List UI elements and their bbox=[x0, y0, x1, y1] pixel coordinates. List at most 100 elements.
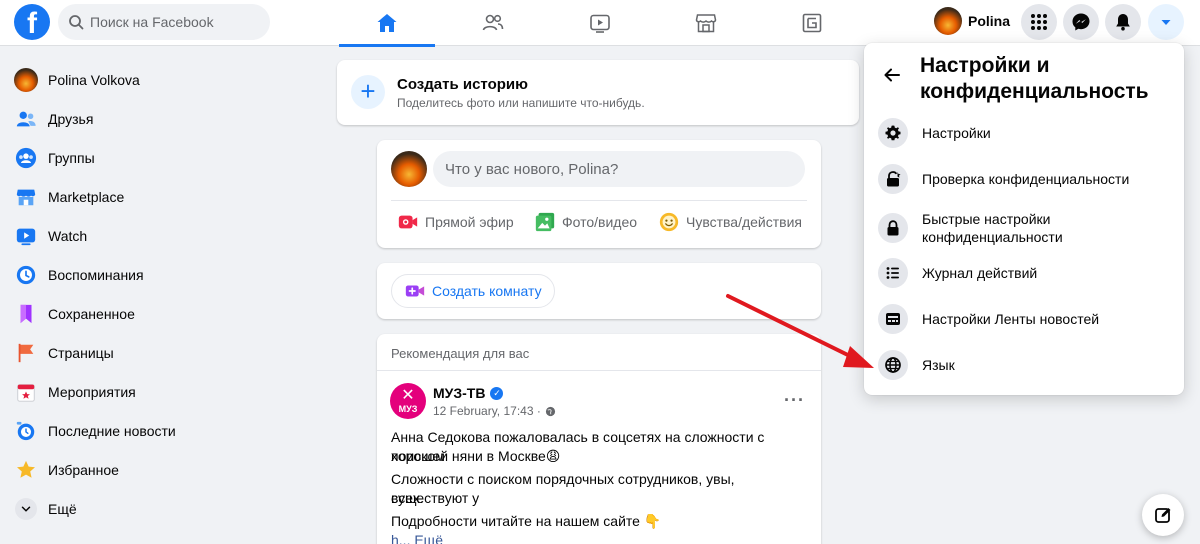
avatar[interactable] bbox=[391, 151, 427, 187]
recommended-post-card: Рекомендация для вас ✕ МУЗ МУЗ-ТВ ✓ 12 F… bbox=[377, 334, 821, 544]
more-options-button[interactable]: ··· bbox=[784, 390, 805, 411]
menu-item-privacy-shortcuts[interactable]: Быстрые настройки конфиденциальности bbox=[872, 208, 1176, 248]
left-sidebar: Polina Volkova Друзья Группы Marketplace… bbox=[0, 60, 320, 528]
avatar bbox=[934, 7, 962, 35]
composer-input[interactable] bbox=[433, 151, 805, 187]
sidebar-item-saved[interactable]: Сохраненное bbox=[0, 294, 320, 333]
menu-item-label: Журнал действий bbox=[922, 265, 1038, 281]
divider bbox=[391, 200, 807, 201]
nav-tab-friends[interactable] bbox=[445, 0, 541, 46]
create-room-card: Создать комнату bbox=[377, 263, 821, 319]
page-avatar[interactable]: ✕ МУЗ bbox=[390, 383, 426, 419]
create-room-button[interactable]: Создать комнату bbox=[391, 274, 555, 308]
post-text-line: всех. bbox=[391, 490, 424, 506]
menu-item-activity-log[interactable]: Журнал действий bbox=[872, 256, 1176, 290]
lock-icon bbox=[887, 220, 899, 236]
feeling-activity-label: Чувства/действия bbox=[686, 214, 803, 230]
live-video-icon bbox=[398, 215, 418, 229]
facebook-logo[interactable]: f bbox=[14, 4, 50, 40]
memories-icon bbox=[16, 265, 36, 284]
sidebar-item-marketplace[interactable]: Marketplace bbox=[0, 177, 320, 216]
menu-item-label: Быстрые настройки конфиденциальности bbox=[922, 211, 1063, 245]
compose-icon bbox=[1155, 508, 1171, 523]
sidebar-item-favorites[interactable]: Избранное bbox=[0, 450, 320, 489]
nav-tab-gaming[interactable] bbox=[764, 0, 860, 46]
messenger-button[interactable] bbox=[1063, 4, 1099, 40]
notifications-button[interactable] bbox=[1105, 4, 1141, 40]
verified-check-icon: ✓ bbox=[490, 386, 504, 400]
flag-icon bbox=[18, 343, 34, 362]
home-icon bbox=[377, 14, 397, 32]
sidebar-item-groups[interactable]: Группы bbox=[0, 138, 320, 177]
photo-video-button[interactable]: Фото/видео bbox=[534, 210, 637, 234]
search-input[interactable] bbox=[90, 14, 250, 30]
arrow-left-icon bbox=[884, 68, 900, 82]
watch-icon bbox=[16, 228, 36, 245]
sidebar-item-pages[interactable]: Страницы bbox=[0, 333, 320, 372]
post-timestamp[interactable]: 12 February, 17:43 · bbox=[433, 404, 556, 418]
calendar-icon bbox=[17, 383, 35, 402]
smiley-icon bbox=[659, 212, 679, 232]
nav-tab-home[interactable] bbox=[339, 0, 435, 47]
sidebar-item-more[interactable]: Ещё bbox=[0, 489, 320, 528]
sidebar-item-label: Ещё bbox=[48, 500, 77, 517]
top-navigation-bar: f Polina bbox=[0, 0, 1200, 47]
grid-menu-icon bbox=[1031, 14, 1047, 30]
new-message-button[interactable] bbox=[1142, 494, 1184, 536]
search-box[interactable] bbox=[58, 4, 270, 40]
create-story-subtitle: Поделитесь фото или напишите что-нибудь. bbox=[397, 96, 645, 110]
sidebar-item-watch[interactable]: Watch bbox=[0, 216, 320, 255]
recent-news-icon bbox=[16, 421, 35, 440]
sidebar-item-friends[interactable]: Друзья bbox=[0, 99, 320, 138]
menu-item-label: Настройки Ленты новостей bbox=[922, 311, 1100, 327]
sidebar-item-label: Группы bbox=[48, 149, 95, 166]
sidebar-item-label: Друзья bbox=[48, 110, 94, 127]
post-text-line: Подробности читайте на нашем сайте 👇 bbox=[391, 513, 662, 529]
feeling-activity-button[interactable]: Чувства/действия bbox=[658, 210, 802, 234]
caret-down-icon bbox=[1161, 20, 1171, 25]
menu-item-settings[interactable]: Настройки bbox=[872, 116, 1176, 150]
post-text-line: хорошей няни в Москве😩 bbox=[391, 448, 561, 464]
post-time-text: 12 February, 17:43 · bbox=[433, 404, 541, 418]
divider bbox=[377, 370, 821, 371]
sidebar-item-label: Воспоминания bbox=[48, 266, 144, 283]
sidebar-item-recent-news[interactable]: Последние новости bbox=[0, 411, 320, 450]
avatar bbox=[14, 67, 38, 92]
gaming-icon bbox=[802, 13, 822, 33]
friends-icon bbox=[16, 111, 36, 126]
sidebar-item-profile[interactable]: Polina Volkova bbox=[0, 60, 320, 99]
sidebar-item-label: Marketplace bbox=[48, 188, 125, 205]
page-name[interactable]: МУЗ-ТВ ✓ bbox=[433, 385, 504, 401]
sidebar-item-events[interactable]: Мероприятия bbox=[0, 372, 320, 411]
globe-icon bbox=[885, 357, 901, 373]
menu-item-news-feed-preferences[interactable]: Настройки Ленты новостей bbox=[872, 302, 1176, 336]
photo-video-label: Фото/видео bbox=[562, 214, 638, 230]
video-icon bbox=[590, 14, 610, 33]
store-icon bbox=[16, 189, 36, 205]
create-story-card[interactable]: + Создать историю Поделитесь фото или на… bbox=[337, 60, 859, 125]
back-button[interactable] bbox=[878, 61, 906, 89]
sidebar-item-label: Мероприятия bbox=[48, 383, 136, 400]
menu-item-language[interactable]: Язык bbox=[872, 348, 1176, 382]
menu-item-privacy-checkup[interactable]: Проверка конфиденциальности bbox=[872, 162, 1176, 196]
sidebar-item-memories[interactable]: Воспоминания bbox=[0, 255, 320, 294]
star-icon bbox=[17, 460, 35, 478]
page-name-text: МУЗ-ТВ bbox=[433, 385, 486, 401]
nav-tab-watch[interactable] bbox=[552, 0, 648, 46]
see-more-link[interactable]: h... Ещё bbox=[391, 531, 811, 544]
messenger-icon bbox=[1072, 13, 1090, 31]
profile-name: Polina bbox=[968, 13, 1011, 29]
friends-icon bbox=[482, 14, 504, 31]
recommendation-header: Рекомендация для вас bbox=[391, 346, 530, 361]
bookmark-icon bbox=[20, 304, 32, 323]
sidebar-item-label: Последние новости bbox=[48, 422, 176, 439]
account-button[interactable] bbox=[1148, 4, 1184, 40]
live-video-button[interactable]: Прямой эфир bbox=[397, 210, 514, 234]
menu-button[interactable] bbox=[1021, 4, 1057, 40]
chevron-down-icon bbox=[21, 506, 31, 512]
profile-chip[interactable]: Polina bbox=[930, 4, 1020, 38]
sidebar-item-label: Polina Volkova bbox=[48, 71, 140, 88]
nav-tab-marketplace[interactable] bbox=[658, 0, 754, 46]
photo-icon bbox=[535, 212, 555, 232]
sidebar-item-label: Страницы bbox=[48, 344, 114, 361]
